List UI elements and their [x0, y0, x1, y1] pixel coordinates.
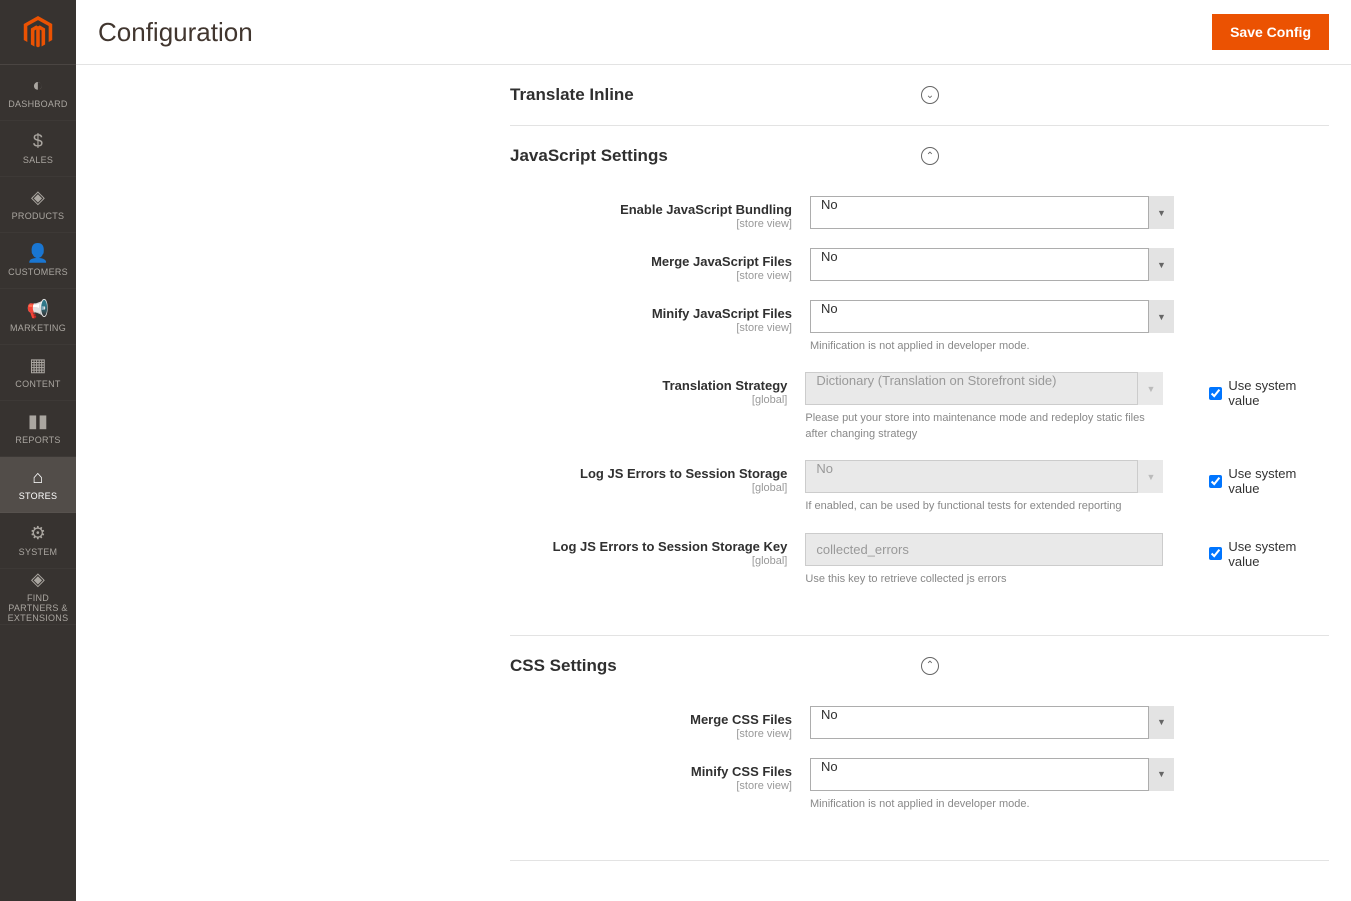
checkbox-use-system-log-errors[interactable]	[1209, 475, 1222, 488]
field-label: Translation Strategy	[662, 378, 787, 393]
select-minify-js[interactable]: No	[810, 300, 1174, 333]
page-title: Configuration	[98, 17, 253, 48]
sales-icon: $	[33, 131, 43, 152]
sidebar-label: MARKETING	[7, 324, 69, 334]
field-label: Merge JavaScript Files	[651, 254, 792, 269]
field-merge-js: Merge JavaScript Files[store view] No▼	[510, 248, 1329, 282]
field-scope: [global]	[510, 555, 787, 567]
use-system-label: Use system value	[1228, 466, 1329, 496]
field-log-js-errors: Log JS Errors to Session Storage[global]…	[510, 460, 1329, 514]
sidebar-item-system[interactable]: ⚙ SYSTEM	[0, 513, 76, 569]
section-header-css-settings[interactable]: CSS Settings ⌃	[510, 636, 1329, 696]
section-title: JavaScript Settings	[510, 146, 668, 166]
field-note: Use this key to retrieve collected js er…	[805, 572, 1163, 587]
partners-icon: ◈	[31, 569, 45, 590]
sidebar-label: CONTENT	[12, 380, 63, 390]
sidebar-label: STORES	[16, 492, 60, 502]
select-translation-strategy: Dictionary (Translation on Storefront si…	[805, 372, 1163, 405]
field-translation-strategy: Translation Strategy[global] Dictionary …	[510, 372, 1329, 442]
section-header-javascript-settings[interactable]: JavaScript Settings ⌃	[510, 126, 1329, 186]
field-label: Merge CSS Files	[690, 712, 792, 727]
sidebar-label: SYSTEM	[16, 548, 61, 558]
input-log-js-errors-key	[805, 533, 1163, 566]
collapse-icon: ⌃	[921, 657, 939, 675]
field-scope: [store view]	[510, 218, 792, 230]
section-title: CSS Settings	[510, 656, 617, 676]
field-scope: [store view]	[510, 780, 792, 792]
dashboard-icon: ◐	[32, 75, 43, 96]
field-scope: [store view]	[510, 728, 792, 740]
customers-icon: 👤	[27, 243, 50, 264]
field-scope: [store view]	[510, 270, 792, 282]
checkbox-use-system-translation-strategy[interactable]	[1209, 387, 1222, 400]
sidebar-item-partners[interactable]: ◈ FIND PARTNERS & EXTENSIONS	[0, 569, 76, 625]
system-icon: ⚙	[30, 523, 46, 544]
select-merge-css[interactable]: No	[810, 706, 1174, 739]
sidebar-label: REPORTS	[12, 436, 63, 446]
select-merge-js[interactable]: No	[810, 248, 1174, 281]
section-javascript-settings: JavaScript Settings ⌃ Enable JavaScript …	[510, 126, 1329, 636]
magento-logo-icon	[22, 16, 54, 48]
field-enable-js-bundling: Enable JavaScript Bundling[store view] N…	[510, 196, 1329, 230]
field-scope: [global]	[510, 482, 787, 494]
sidebar-label: CUSTOMERS	[5, 268, 71, 278]
section-translate-inline: Translate Inline ⌄	[510, 65, 1329, 126]
sidebar-item-stores[interactable]: ⌂ STORES	[0, 457, 76, 513]
sidebar-label: PRODUCTS	[9, 212, 68, 222]
sidebar-item-marketing[interactable]: 📢 MARKETING	[0, 289, 76, 345]
expand-icon: ⌄	[921, 86, 939, 104]
content-icon: ▦	[29, 355, 46, 376]
sidebar-item-customers[interactable]: 👤 CUSTOMERS	[0, 233, 76, 289]
sidebar-item-products[interactable]: ◈ PRODUCTS	[0, 177, 76, 233]
admin-sidebar: ◐ DASHBOARD $ SALES ◈ PRODUCTS 👤 CUSTOMERS 📢…	[0, 0, 76, 901]
field-note: Minification is not applied in developer…	[810, 797, 1174, 812]
field-minify-css: Minify CSS Files[store view] No▼Minifica…	[510, 758, 1329, 812]
field-label: Minify CSS Files	[691, 764, 792, 779]
section-css-settings: CSS Settings ⌃ Merge CSS Files[store vie…	[510, 636, 1329, 861]
magento-logo[interactable]	[0, 0, 76, 65]
field-scope: [store view]	[510, 322, 792, 334]
field-note: If enabled, can be used by functional te…	[805, 499, 1163, 514]
section-title: Translate Inline	[510, 85, 634, 105]
use-system-label: Use system value	[1228, 539, 1329, 569]
field-label: Minify JavaScript Files	[652, 306, 792, 321]
sidebar-item-reports[interactable]: ▮▮ REPORTS	[0, 401, 76, 457]
sidebar-item-sales[interactable]: $ SALES	[0, 121, 76, 177]
collapse-icon: ⌃	[921, 147, 939, 165]
select-log-js-errors: No	[805, 460, 1163, 493]
field-label: Log JS Errors to Session Storage	[580, 466, 787, 481]
select-enable-js-bundling[interactable]: No	[810, 196, 1174, 229]
stores-icon: ⌂	[32, 467, 43, 488]
field-merge-css: Merge CSS Files[store view] No▼	[510, 706, 1329, 740]
field-note: Minification is not applied in developer…	[810, 339, 1174, 354]
marketing-icon: 📢	[27, 299, 50, 320]
field-label: Enable JavaScript Bundling	[620, 202, 792, 217]
field-minify-js: Minify JavaScript Files[store view] No▼M…	[510, 300, 1329, 354]
page-header: Configuration Save Config	[76, 0, 1351, 65]
reports-icon: ▮▮	[28, 411, 48, 432]
checkbox-use-system-log-errors-key[interactable]	[1209, 547, 1222, 560]
sidebar-item-content[interactable]: ▦ CONTENT	[0, 345, 76, 401]
field-note: Please put your store into maintenance m…	[805, 411, 1163, 442]
products-icon: ◈	[31, 187, 45, 208]
select-minify-css[interactable]: No	[810, 758, 1174, 791]
sidebar-label: SALES	[20, 156, 56, 166]
save-config-button[interactable]: Save Config	[1212, 14, 1329, 50]
sidebar-label: DASHBOARD	[5, 100, 70, 110]
section-header-translate-inline[interactable]: Translate Inline ⌄	[510, 65, 1329, 125]
field-scope: [global]	[510, 394, 787, 406]
sidebar-item-dashboard[interactable]: ◐ DASHBOARD	[0, 65, 76, 121]
use-system-label: Use system value	[1228, 378, 1329, 408]
sidebar-label: FIND PARTNERS & EXTENSIONS	[0, 594, 76, 624]
field-log-js-errors-key: Log JS Errors to Session Storage Key[glo…	[510, 533, 1329, 587]
field-label: Log JS Errors to Session Storage Key	[553, 539, 788, 554]
